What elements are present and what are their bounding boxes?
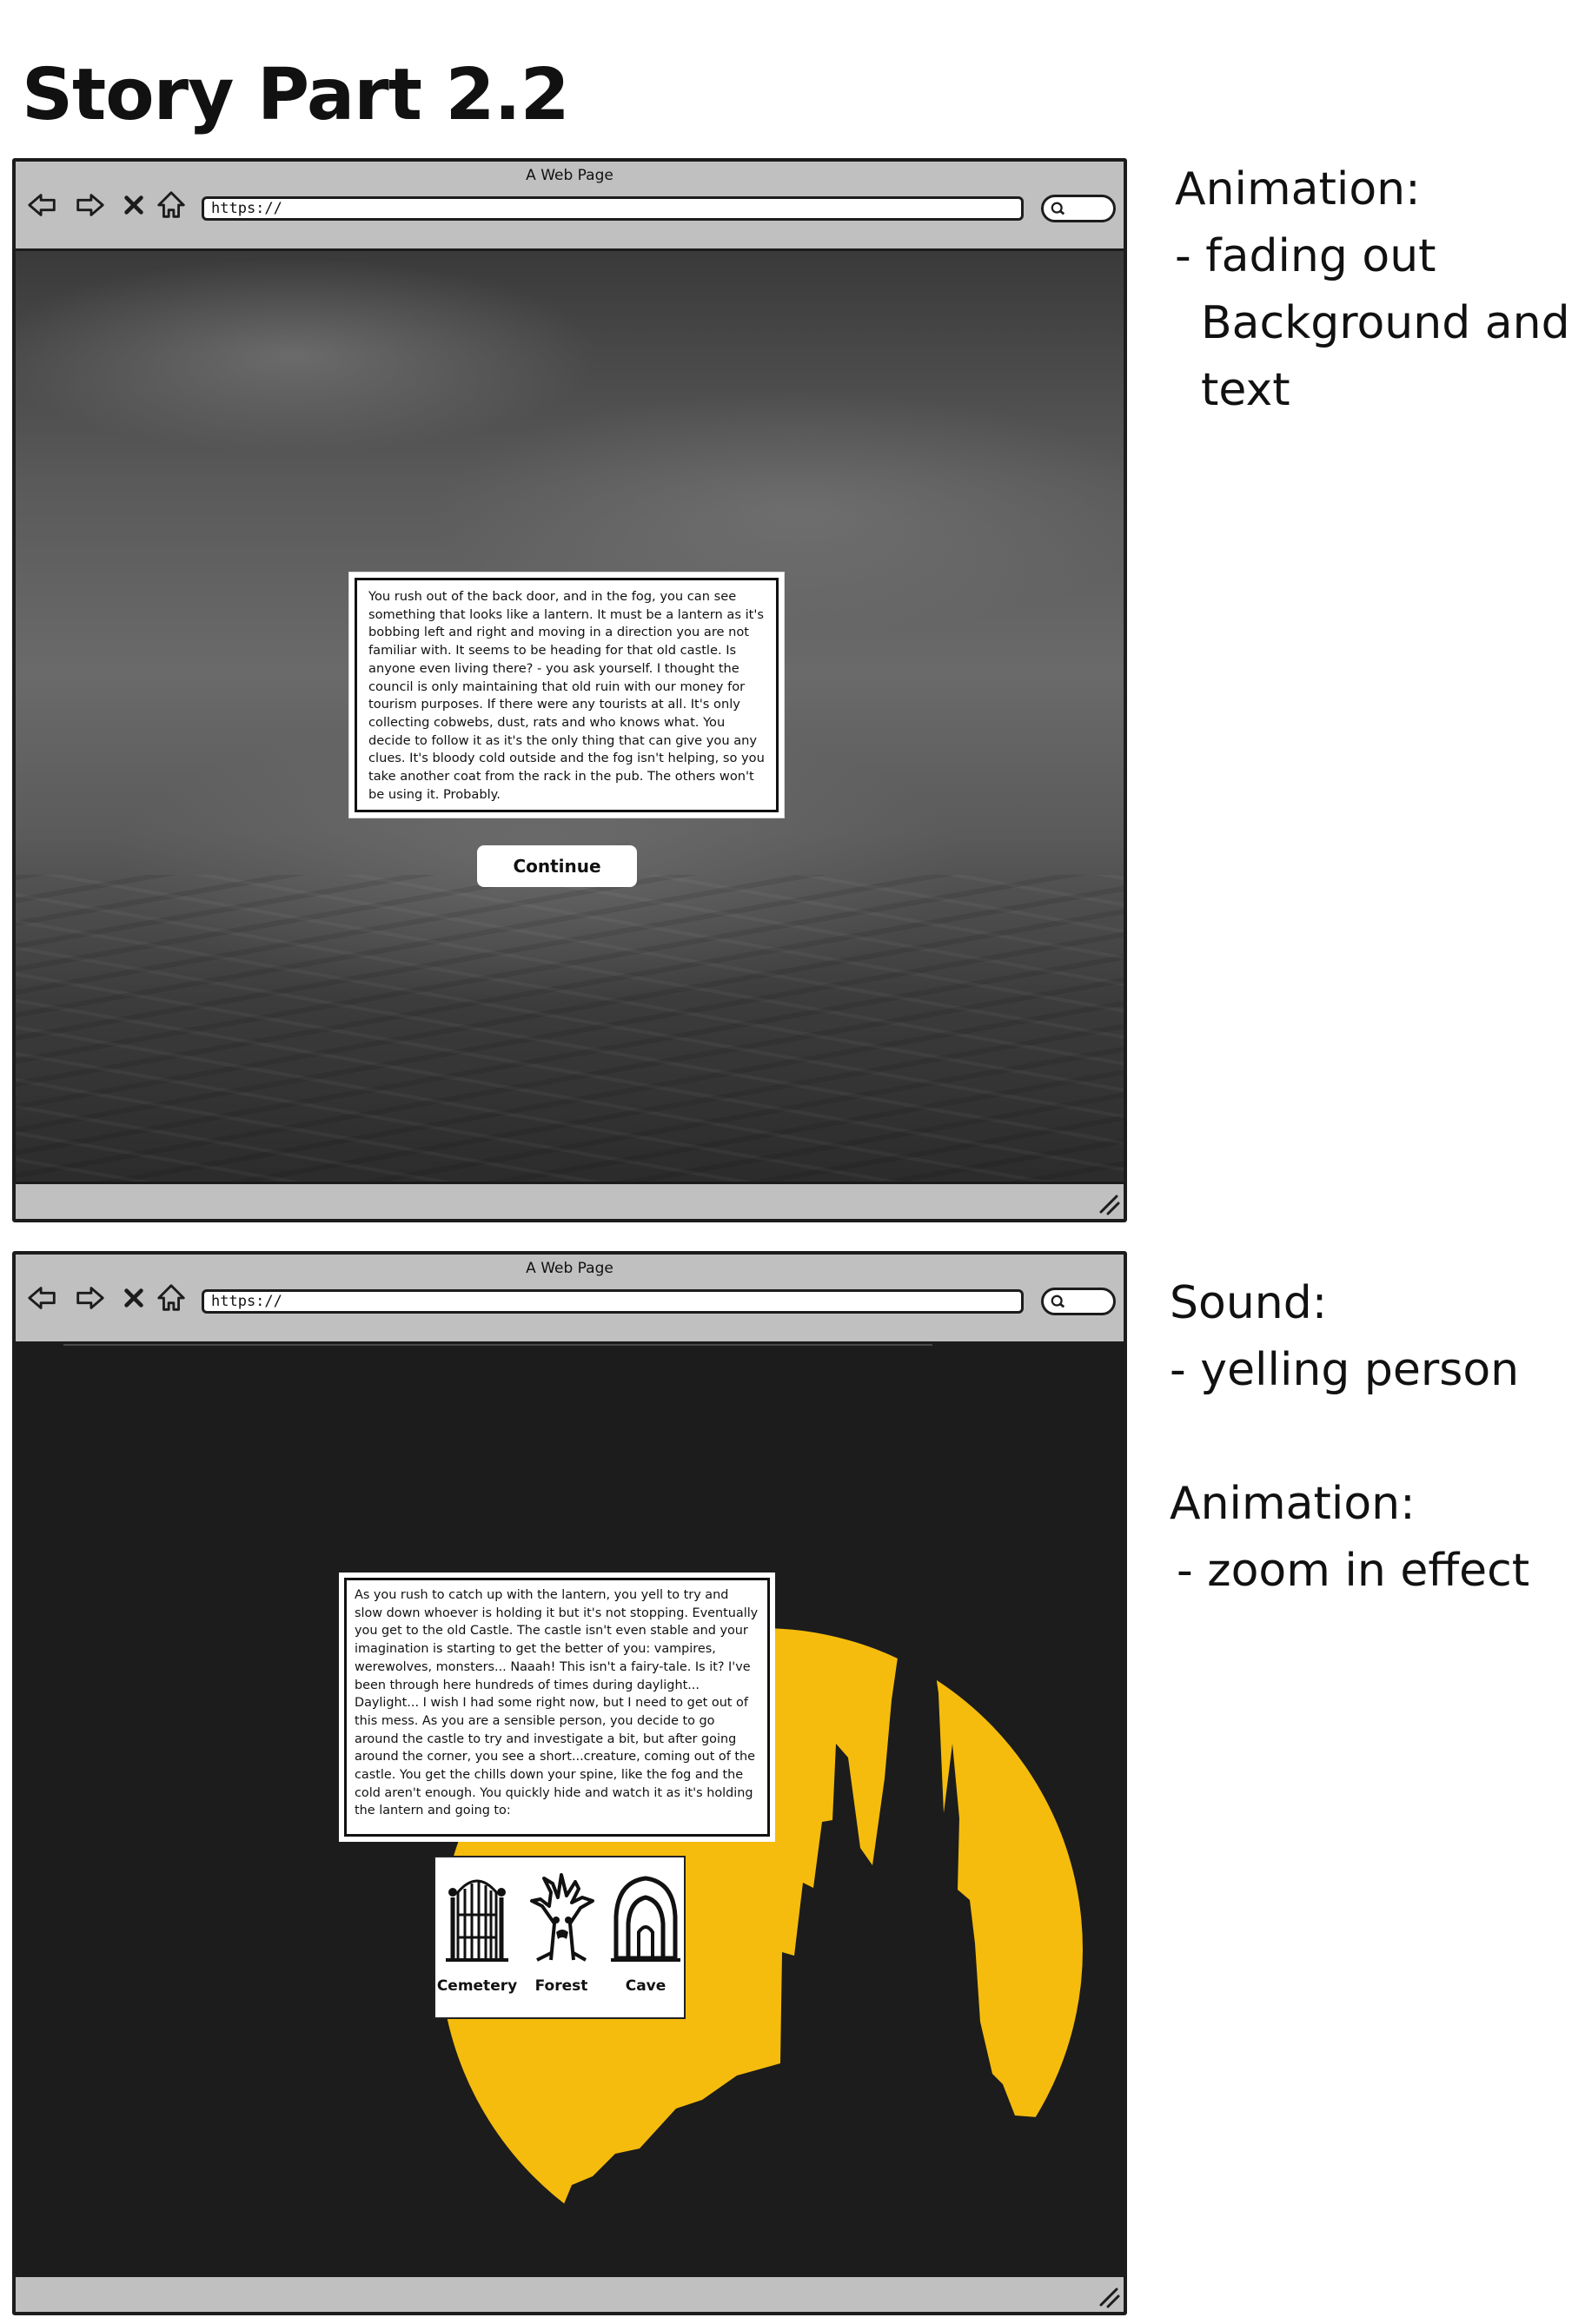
home-icon[interactable]: [155, 188, 188, 222]
note-line: Background and: [1201, 297, 1570, 349]
window-title: A Web Page: [526, 1260, 613, 1277]
note-line: - fading out: [1175, 230, 1436, 282]
animation-note-1: Animation: - fading out Background and t…: [1175, 156, 1570, 424]
note-heading: Animation:: [1175, 163, 1421, 215]
browser-statusbar: [16, 2274, 1124, 2312]
search-button[interactable]: [1041, 195, 1116, 222]
page-title: Story Part 2.2: [22, 54, 570, 136]
browser-window-fog-scene: A Web Page https:// You rush out of the …: [12, 158, 1127, 1222]
resize-grip-icon[interactable]: [1096, 2284, 1120, 2308]
cemetery-gate-icon: [446, 1879, 508, 1962]
spooky-tree-icon: [530, 1873, 594, 1962]
note-line: - yelling person: [1170, 1344, 1520, 1396]
note-line: text: [1201, 364, 1290, 416]
cave-icon: [611, 1876, 680, 1962]
story-text: You rush out of the back door, and in th…: [368, 589, 765, 802]
destination-choices: Cemetery Forest Cave: [434, 1856, 686, 2019]
sound-animation-note-2: Sound: - yelling person Animation: - zoo…: [1170, 1270, 1529, 1605]
resize-grip-icon[interactable]: [1096, 1191, 1120, 1215]
window-title: A Web Page: [526, 167, 613, 184]
story-text-box: As you rush to catch up with the lantern…: [339, 1573, 775, 1842]
close-icon[interactable]: [122, 1281, 146, 1315]
home-icon[interactable]: [155, 1281, 188, 1315]
browser-statusbar: [16, 1182, 1124, 1219]
search-icon: [1051, 201, 1066, 216]
browser-window-castle-scene: A Web Page https:// As you rush to catch…: [12, 1251, 1127, 2315]
story-text: As you rush to catch up with the lantern…: [355, 1588, 759, 1818]
note-heading: Animation:: [1170, 1478, 1416, 1530]
note-line: - zoom in effect: [1177, 1545, 1530, 1597]
forward-arrow-icon[interactable]: [73, 1281, 106, 1315]
choice-label: Cave: [625, 1977, 666, 1995]
browser-titlebar: A Web Page https://: [16, 162, 1124, 251]
choice-forest[interactable]: Forest: [520, 1857, 603, 2019]
choice-cave[interactable]: Cave: [604, 1857, 687, 2019]
note-heading: Sound:: [1170, 1277, 1328, 1329]
forward-arrow-icon[interactable]: [73, 188, 106, 222]
choice-cemetery[interactable]: Cemetery: [435, 1857, 519, 2019]
url-input[interactable]: https://: [202, 1289, 1024, 1314]
back-arrow-icon[interactable]: [26, 188, 59, 222]
choice-label: Cemetery: [436, 1977, 518, 1995]
close-icon[interactable]: [122, 188, 146, 222]
page-viewport: As you rush to catch up with the lantern…: [16, 1344, 1124, 2281]
continue-button[interactable]: Continue: [477, 845, 637, 887]
browser-titlebar: A Web Page https://: [16, 1255, 1124, 1344]
search-button[interactable]: [1041, 1288, 1116, 1315]
story-text-box: You rush out of the back door, and in th…: [349, 573, 784, 818]
url-input[interactable]: https://: [202, 196, 1024, 221]
choice-label: Forest: [534, 1977, 588, 1995]
page-viewport: You rush out of the back door, and in th…: [16, 251, 1124, 1188]
search-icon: [1051, 1294, 1066, 1309]
back-arrow-icon[interactable]: [26, 1281, 59, 1315]
cobblestone-ground: [16, 875, 1124, 1188]
